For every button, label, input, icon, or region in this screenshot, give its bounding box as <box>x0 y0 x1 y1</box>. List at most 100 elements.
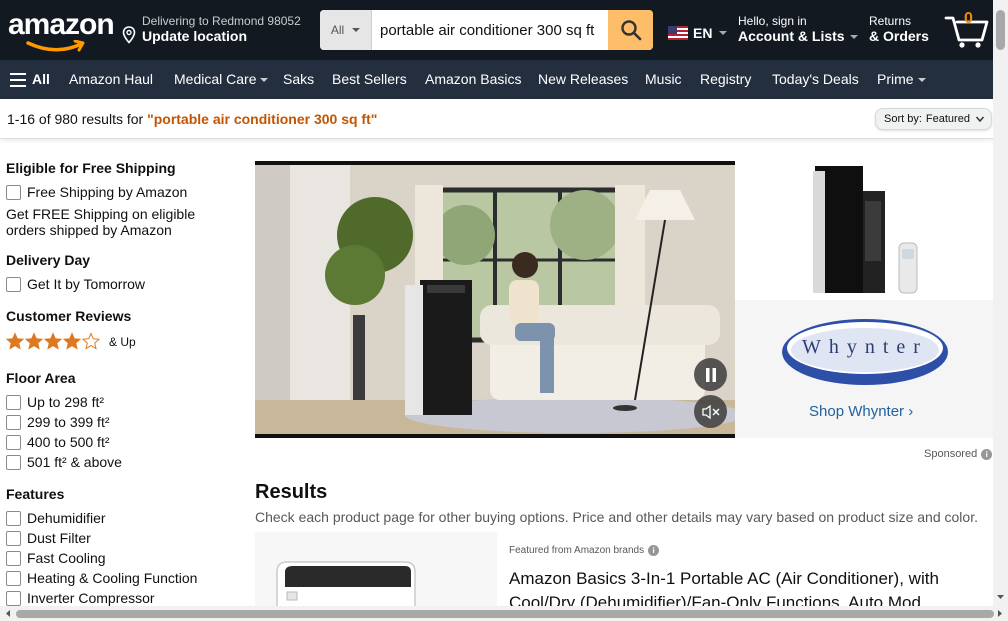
update-location-label: Update location <box>142 28 248 44</box>
search-bar: All <box>320 10 653 50</box>
checkbox[interactable] <box>6 590 21 606</box>
filter-feature-option[interactable]: Inverter Compressor <box>6 590 155 606</box>
nav-all-menu[interactable]: All <box>10 60 50 99</box>
us-flag-icon <box>668 26 688 40</box>
top-navbar: amazon Delivering to Redmond 98052 Updat… <box>0 0 993 60</box>
logo-smile-icon <box>26 40 85 52</box>
filter-label: Dehumidifier <box>27 510 106 526</box>
filter-feature-option[interactable]: Heating & Cooling Function <box>6 570 197 586</box>
search-icon <box>620 20 641 41</box>
results-subtext: Check each product page for other buying… <box>255 509 978 525</box>
horizontal-scrollbar-thumb[interactable] <box>16 610 994 618</box>
checkbox[interactable] <box>6 454 21 470</box>
filter-label: Free Shipping by Amazon <box>27 184 188 200</box>
results-info-bar: 1-16 of 980 results for "portable air co… <box>0 99 993 139</box>
chevron-down-icon <box>975 116 985 123</box>
search-input[interactable] <box>372 10 608 50</box>
nav-item-music[interactable]: Music <box>645 60 682 99</box>
checkbox[interactable] <box>6 570 21 586</box>
checkbox[interactable] <box>6 550 21 566</box>
nav-item-label: Prime <box>877 71 914 87</box>
location-pin-icon <box>122 26 136 44</box>
sort-label: Sort by: <box>884 113 922 125</box>
scroll-right-arrow-icon[interactable] <box>994 606 1006 621</box>
filter-floor-area-option[interactable]: 501 ft² & above <box>6 454 122 470</box>
featured-brand-label: Featured from Amazon brands i <box>509 545 660 556</box>
sponsored-label[interactable]: Sponsored i <box>924 448 993 460</box>
cart-button[interactable]: 0 <box>944 8 990 50</box>
facet-title-delivery-day: Delivery Day <box>6 252 91 268</box>
filter-free-shipping[interactable]: Free Shipping by Amazon <box>6 184 187 200</box>
checkbox[interactable] <box>6 184 21 200</box>
scroll-left-arrow-icon[interactable] <box>2 606 14 621</box>
results-count: 1-16 of 980 results for "portable air co… <box>7 111 377 127</box>
nav-item-amazon-haul[interactable]: Amazon Haul <box>69 60 153 99</box>
nav-item-new-releases[interactable]: New Releases <box>538 60 628 99</box>
facet-title-features: Features <box>6 486 65 502</box>
nav-item-prime[interactable]: Prime <box>877 60 926 99</box>
info-icon[interactable]: i <box>648 545 660 556</box>
amazon-logo[interactable]: amazon <box>8 8 115 52</box>
checkbox[interactable] <box>6 530 21 546</box>
filter-feature-option[interactable]: Dust Filter <box>6 530 91 546</box>
product-image-air-conditioner <box>735 161 993 300</box>
filter-floor-area-option[interactable]: 299 to 399 ft² <box>6 414 110 430</box>
filter-label: Get It by Tomorrow <box>27 276 146 292</box>
nav-item-amazon-basics[interactable]: Amazon Basics <box>425 60 521 99</box>
checkbox[interactable] <box>6 394 21 410</box>
filter-label: 299 to 399 ft² <box>27 414 110 430</box>
nav-item-label: Medical Care <box>174 71 257 87</box>
checkbox[interactable] <box>6 276 21 292</box>
muted-speaker-icon <box>701 404 719 419</box>
nav-item-best-sellers[interactable]: Best Sellers <box>332 60 407 99</box>
mute-button[interactable] <box>694 395 727 428</box>
checkbox[interactable] <box>6 434 21 450</box>
returns-label: Returns <box>869 14 912 28</box>
and-up-label: & Up <box>109 335 136 349</box>
shop-brand-link[interactable]: Shop Whynter › <box>809 403 913 420</box>
chevron-down-icon <box>719 31 728 35</box>
brand-ad-panel[interactable]: Whynter Shop Whynter › <box>735 161 993 438</box>
chevron-down-icon <box>850 35 859 40</box>
cart-count: 0 <box>964 10 973 27</box>
video-frame-image <box>255 165 735 434</box>
vertical-scrollbar[interactable] <box>993 0 1008 606</box>
hello-sign-in-label: Hello, sign in <box>738 14 807 28</box>
search-category-label: All <box>330 23 345 37</box>
secondary-navbar: All Amazon Haul Medical Care Saks Best S… <box>0 60 993 99</box>
sort-dropdown[interactable]: Sort by: Featured <box>875 108 992 130</box>
horizontal-scrollbar[interactable] <box>0 606 1008 621</box>
filter-floor-area-option[interactable]: 400 to 500 ft² <box>6 434 110 450</box>
scroll-down-arrow-icon[interactable] <box>993 592 1008 602</box>
filter-four-stars-and-up[interactable]: & Up <box>6 332 136 352</box>
nav-item-medical-care[interactable]: Medical Care <box>174 60 269 99</box>
filter-feature-option[interactable]: Fast Cooling <box>6 550 106 566</box>
checkbox[interactable] <box>6 510 21 526</box>
nav-item-registry[interactable]: Registry <box>700 60 751 99</box>
filter-get-it-by-tomorrow[interactable]: Get It by Tomorrow <box>6 276 145 292</box>
facet-title-free-shipping: Eligible for Free Shipping <box>6 160 176 176</box>
vertical-scrollbar-thumb[interactable] <box>996 10 1005 50</box>
nav-item-todays-deals[interactable]: Today's Deals <box>772 60 859 99</box>
filter-label: Fast Cooling <box>27 550 106 566</box>
info-icon: i <box>981 448 993 460</box>
nav-item-saks[interactable]: Saks <box>283 60 314 99</box>
search-button[interactable] <box>608 10 653 50</box>
account-menu[interactable]: Hello, sign in Account & Lists <box>738 14 859 44</box>
results-heading: Results <box>255 481 328 503</box>
pause-icon <box>705 367 716 382</box>
hamburger-menu-icon <box>10 73 26 88</box>
filter-label: Dust Filter <box>27 530 91 546</box>
checkbox[interactable] <box>6 414 21 430</box>
facet-title-floor-area: Floor Area <box>6 370 76 386</box>
returns-orders-link[interactable]: Returns & Orders <box>869 14 929 44</box>
filter-floor-area-option[interactable]: Up to 298 ft² <box>6 394 104 410</box>
language-label: EN <box>693 25 713 41</box>
pause-button[interactable] <box>694 358 727 391</box>
search-category-dropdown[interactable]: All <box>320 10 372 50</box>
sponsored-video[interactable] <box>255 161 735 438</box>
filter-feature-option[interactable]: Dehumidifier <box>6 510 106 526</box>
language-selector[interactable]: EN <box>668 25 728 41</box>
logo-text: amazon <box>8 8 115 41</box>
orders-label: & Orders <box>869 28 929 44</box>
